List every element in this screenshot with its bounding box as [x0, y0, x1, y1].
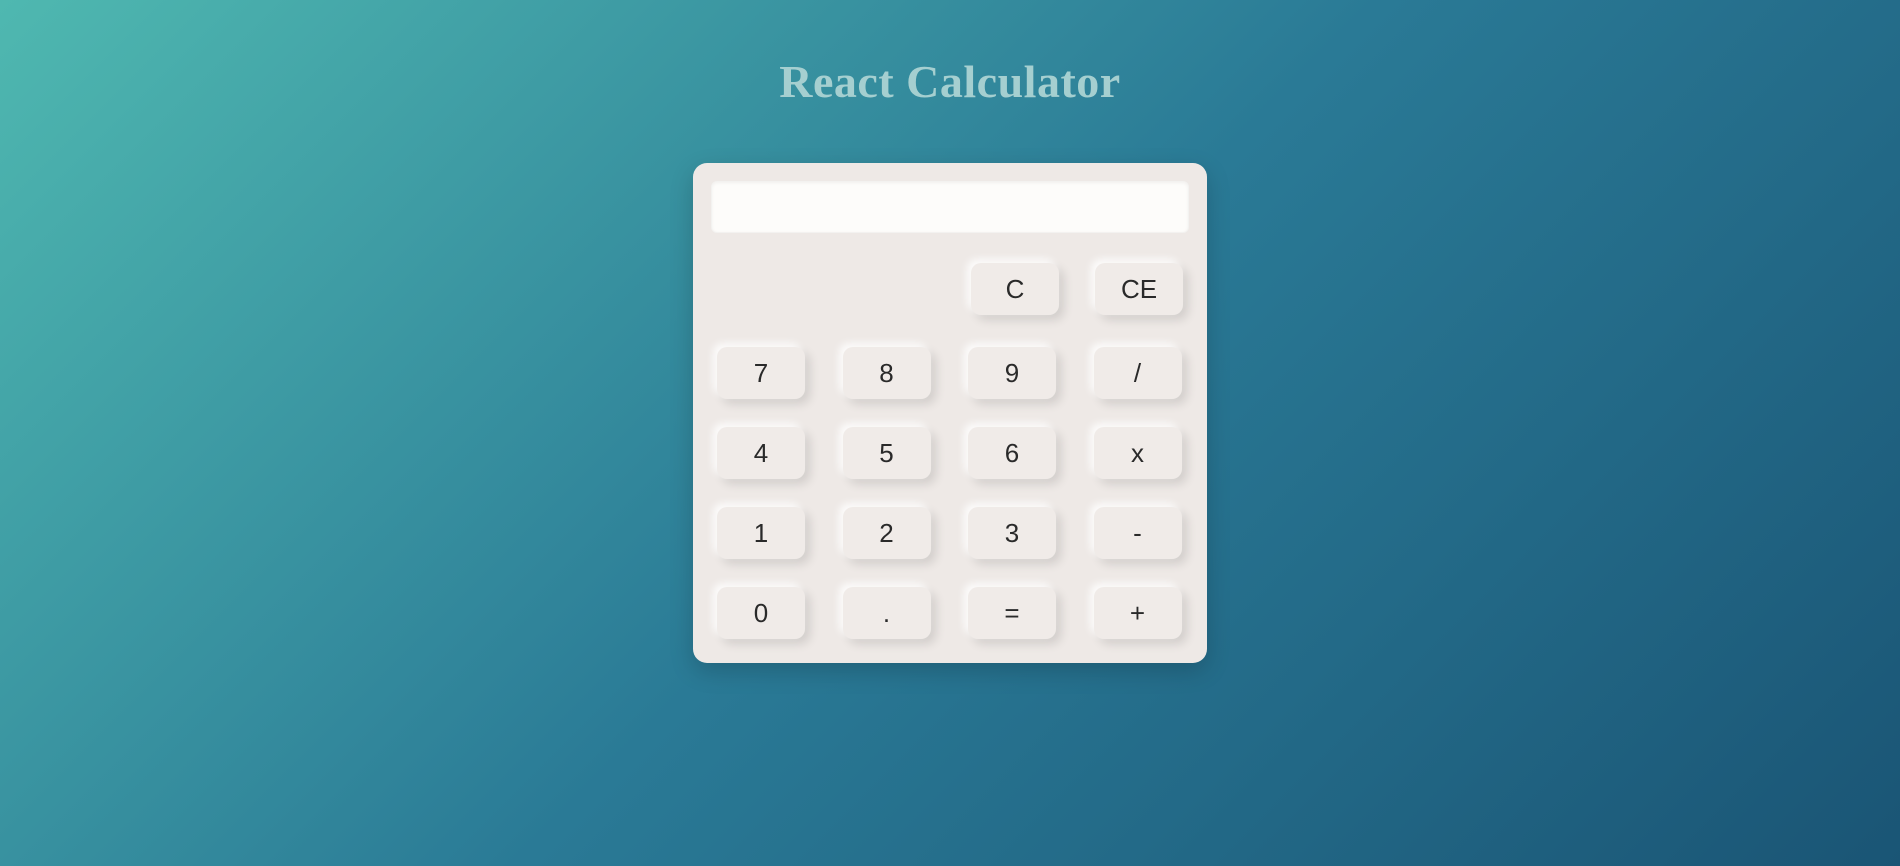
digit-8-button[interactable]: 8 [843, 347, 931, 399]
digit-1-button[interactable]: 1 [717, 507, 805, 559]
digit-7-button[interactable]: 7 [717, 347, 805, 399]
calculator-body: C CE 7 8 9 / 4 5 6 x 1 2 3 - 0 . = + [693, 163, 1207, 663]
clear-button-row: C CE [711, 263, 1189, 315]
calculator-display [711, 181, 1189, 233]
decimal-button[interactable]: . [843, 587, 931, 639]
button-grid: 7 8 9 / 4 5 6 x 1 2 3 - 0 . = + [711, 347, 1189, 645]
digit-0-button[interactable]: 0 [717, 587, 805, 639]
digit-9-button[interactable]: 9 [968, 347, 1056, 399]
subtract-button[interactable]: - [1094, 507, 1182, 559]
equals-button[interactable]: = [968, 587, 1056, 639]
clear-button[interactable]: C [971, 263, 1059, 315]
clear-entry-button[interactable]: CE [1095, 263, 1183, 315]
add-button[interactable]: + [1094, 587, 1182, 639]
digit-2-button[interactable]: 2 [843, 507, 931, 559]
digit-3-button[interactable]: 3 [968, 507, 1056, 559]
digit-4-button[interactable]: 4 [717, 427, 805, 479]
app-container: React Calculator C CE 7 8 9 / 4 5 6 x 1 … [0, 0, 1900, 663]
app-title: React Calculator [779, 55, 1120, 108]
digit-5-button[interactable]: 5 [843, 427, 931, 479]
divide-button[interactable]: / [1094, 347, 1182, 399]
digit-6-button[interactable]: 6 [968, 427, 1056, 479]
multiply-button[interactable]: x [1094, 427, 1182, 479]
